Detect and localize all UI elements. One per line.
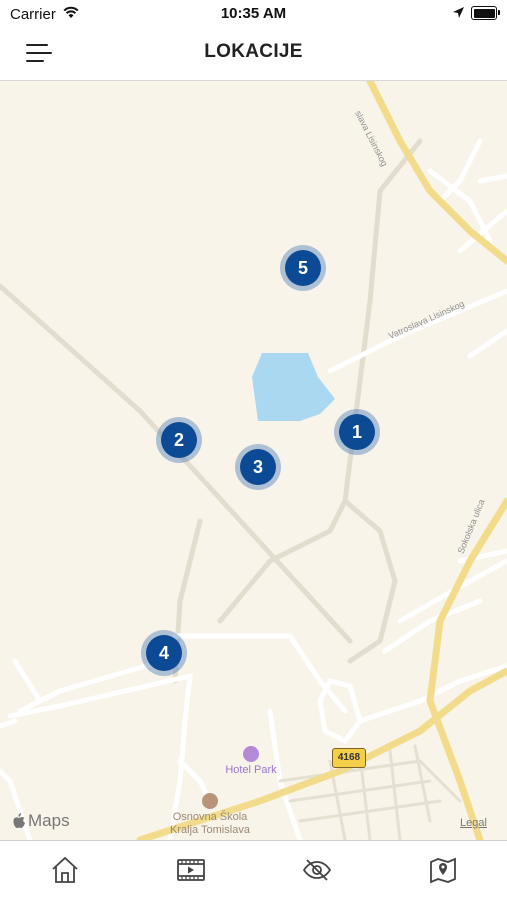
marker-number: 5 xyxy=(285,250,321,286)
marker-number: 3 xyxy=(240,449,276,485)
battery-icon xyxy=(471,6,500,20)
location-marker-4[interactable]: 4 xyxy=(141,630,187,676)
tab-hidden[interactable] xyxy=(302,855,332,885)
poi-hotel-park[interactable]: Hotel Park xyxy=(215,746,287,777)
marker-number: 2 xyxy=(161,422,197,458)
nav-bar: LOKACIJE xyxy=(0,28,507,81)
poi-label: Hotel Park xyxy=(225,764,277,776)
video-icon xyxy=(177,859,205,881)
maps-brand-label: Maps xyxy=(28,811,70,830)
maps-attribution: Maps xyxy=(12,811,70,831)
home-icon xyxy=(52,856,78,883)
status-bar: Carrier 10:35 AM xyxy=(0,0,507,28)
legal-link[interactable]: Legal xyxy=(460,817,487,829)
tab-videos[interactable] xyxy=(176,855,206,885)
poi-school[interactable]: Osnovna Škola Kralja Tomislava xyxy=(155,793,265,837)
poi-label-line1: Osnovna Škola xyxy=(172,811,248,823)
marker-number: 4 xyxy=(146,635,182,671)
tab-bar xyxy=(0,840,507,901)
poi-label-line2: Kralja Tomislava xyxy=(170,824,250,836)
location-marker-3[interactable]: 3 xyxy=(235,444,281,490)
clock: 10:35 AM xyxy=(220,5,287,22)
marker-number: 1 xyxy=(339,414,375,450)
location-marker-2[interactable]: 2 xyxy=(156,417,202,463)
map-view[interactable]: slava Lisinskog Vatroslava Lisinskog Sok… xyxy=(0,81,507,840)
apple-logo-icon xyxy=(13,813,25,828)
map-pin-icon xyxy=(430,857,456,884)
eye-off-icon xyxy=(302,859,332,881)
location-marker-1[interactable]: 1 xyxy=(334,409,380,455)
location-arrow-icon xyxy=(453,7,464,18)
tab-home[interactable] xyxy=(50,855,80,885)
hotel-icon xyxy=(243,746,259,762)
pond xyxy=(252,353,335,421)
school-icon xyxy=(202,793,218,809)
tab-map[interactable] xyxy=(428,855,458,885)
route-shield: 4168 xyxy=(332,748,366,768)
page-title: LOKACIJE xyxy=(204,41,303,62)
location-marker-5[interactable]: 5 xyxy=(280,245,326,291)
